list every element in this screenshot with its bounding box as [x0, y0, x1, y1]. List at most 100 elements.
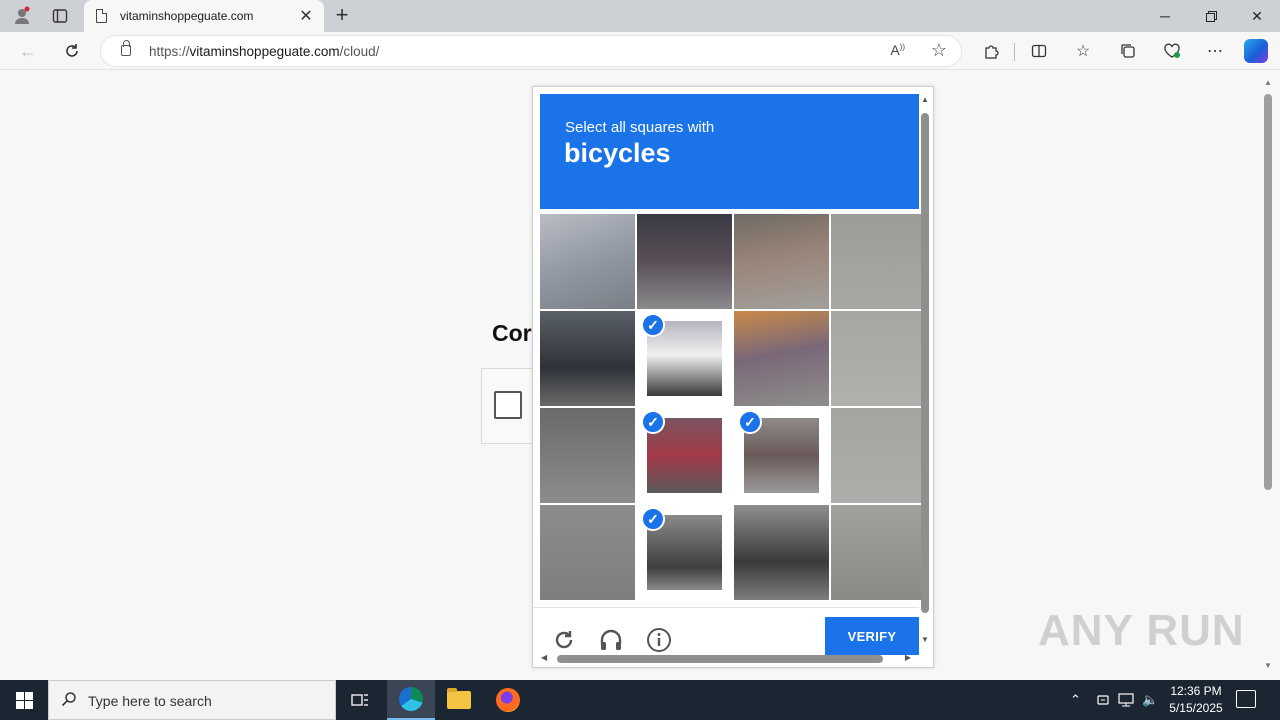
captcha-tile[interactable] — [831, 311, 925, 406]
captcha-tile-image — [540, 214, 635, 309]
scroll-down-icon[interactable]: ▼ — [1264, 661, 1272, 670]
captcha-tile[interactable]: ✓ — [637, 311, 732, 406]
copilot-icon[interactable] — [1244, 39, 1268, 63]
tab-title: vitaminshoppeguate.com — [120, 9, 254, 23]
browser-essentials-icon[interactable] — [1159, 40, 1185, 62]
captcha-tile[interactable] — [540, 505, 635, 600]
captcha-tile[interactable]: ✓ — [637, 505, 732, 600]
captcha-horizontal-scrollbar-thumb[interactable] — [557, 655, 883, 663]
captcha-horizontal-scrollbar[interactable]: ◀ ▶ — [541, 653, 911, 665]
captcha-tile[interactable] — [540, 311, 635, 406]
search-placeholder: Type here to search — [88, 693, 212, 709]
volume-icon[interactable]: 🔈 — [1142, 680, 1158, 720]
favorite-star-icon[interactable]: ☆ — [931, 40, 947, 61]
page-scrollbar-thumb[interactable] — [1264, 94, 1272, 490]
captcha-tile-image — [540, 311, 635, 406]
close-tab-icon[interactable]: ✕ — [296, 6, 316, 26]
browser-toolbar: ← https://vitaminshoppeguate.com/cloud/ … — [0, 32, 1280, 70]
more-options-icon[interactable]: ⋯ — [1202, 40, 1228, 62]
captcha-scroll-left-icon[interactable]: ◀ — [541, 653, 547, 662]
toolbar-divider — [1014, 43, 1015, 61]
page-scrollbar[interactable]: ▲ ▼ — [1260, 76, 1276, 672]
folder-icon — [447, 688, 471, 709]
lock-icon[interactable] — [121, 40, 131, 56]
captcha-tile[interactable]: ✓ — [734, 408, 829, 503]
collections-icon[interactable] — [1115, 40, 1141, 62]
checkmark-icon: ✓ — [738, 410, 762, 434]
favorites-icon[interactable]: ☆ — [1070, 40, 1096, 62]
back-icon[interactable]: ← — [14, 39, 42, 63]
file-explorer-taskbar-icon[interactable] — [435, 680, 483, 720]
checkmark-icon: ✓ — [641, 313, 665, 337]
extensions-icon[interactable] — [978, 40, 1004, 62]
firefox-taskbar-icon[interactable] — [484, 680, 532, 720]
clock-time: 12:36 PM — [1170, 684, 1222, 698]
captcha-tile-image — [831, 408, 925, 503]
edge-taskbar-icon[interactable] — [387, 680, 435, 720]
captcha-tile-image — [540, 408, 635, 503]
new-tab-button[interactable]: + — [330, 3, 354, 29]
taskbar-clock[interactable]: 12:36 PM 5/15/2025 — [1160, 683, 1232, 717]
network-icon[interactable] — [1118, 680, 1134, 720]
taskbar-search-box[interactable]: Type here to search — [48, 680, 336, 720]
tab-vitaminshoppeguate[interactable]: vitaminshoppeguate.com ✕ — [84, 0, 324, 32]
refresh-icon[interactable] — [58, 39, 86, 63]
firefox-icon — [496, 688, 520, 712]
captcha-tile[interactable] — [734, 214, 829, 309]
captcha-footer-divider — [533, 607, 919, 608]
captcha-header: Select all squares with bicycles — [540, 94, 919, 209]
captcha-target: bicycles — [564, 138, 671, 168]
captcha-scroll-down-icon[interactable]: ▼ — [921, 635, 929, 644]
captcha-tile[interactable] — [540, 214, 635, 309]
restore-button[interactable] — [1188, 0, 1234, 32]
minimize-button[interactable]: ─ — [1142, 0, 1188, 32]
show-hidden-icons[interactable]: ⌃ — [1070, 680, 1081, 720]
captcha-tile[interactable] — [540, 408, 635, 503]
edge-icon — [399, 687, 423, 711]
tab-actions-icon[interactable] — [46, 4, 74, 28]
captcha-tile[interactable]: ✓ — [637, 408, 732, 503]
captcha-challenge-popup: Select all squares with bicycles ✓ ✓ ✓ ✓ VE… — [532, 86, 934, 668]
url-text[interactable]: https://vitaminshoppeguate.com/cloud/ — [149, 44, 379, 59]
windows-taskbar: Type here to search ⌃ 🔈 12:36 PM 5/15/20… — [0, 680, 1280, 720]
device-icon[interactable] — [1096, 680, 1110, 720]
address-bar[interactable]: https://vitaminshoppeguate.com/cloud/ A)… — [100, 35, 962, 67]
captcha-tile[interactable] — [734, 311, 829, 406]
captcha-tile-image — [734, 214, 829, 309]
split-screen-icon[interactable] — [1026, 40, 1052, 62]
notification-icon[interactable] — [1236, 690, 1256, 708]
reload-icon[interactable] — [549, 625, 579, 655]
captcha-tile-image — [831, 311, 925, 406]
captcha-tile[interactable] — [637, 214, 732, 309]
watermark-logo: ANY RUN — [1038, 606, 1245, 655]
audio-icon[interactable] — [596, 625, 626, 655]
captcha-tile-image — [734, 505, 829, 600]
captcha-tile[interactable] — [831, 505, 925, 600]
captcha-vertical-scrollbar[interactable]: ▲ ▼ — [921, 95, 929, 644]
checkmark-icon: ✓ — [641, 507, 665, 531]
captcha-tile[interactable] — [734, 505, 829, 600]
captcha-scroll-up-icon[interactable]: ▲ — [921, 95, 929, 104]
profile-icon[interactable] — [8, 4, 36, 28]
start-button[interactable] — [0, 680, 48, 720]
close-window-button[interactable]: ✕ — [1234, 0, 1280, 32]
search-icon — [61, 691, 77, 712]
clock-date: 5/15/2025 — [1169, 701, 1223, 715]
captcha-tile[interactable] — [831, 214, 925, 309]
captcha-tile[interactable] — [831, 408, 925, 503]
page-icon — [96, 9, 107, 23]
captcha-checkbox[interactable] — [494, 391, 522, 419]
scroll-up-icon[interactable]: ▲ — [1264, 78, 1272, 87]
read-aloud-icon[interactable]: A)) — [890, 42, 905, 58]
captcha-tile-image — [637, 214, 732, 309]
checkmark-icon: ✓ — [641, 410, 665, 434]
verify-button[interactable]: VERIFY — [825, 617, 919, 655]
info-icon[interactable] — [644, 625, 674, 655]
captcha-tile-image — [540, 505, 635, 600]
captcha-image-grid: ✓ ✓ ✓ ✓ — [540, 214, 925, 601]
captcha-vertical-scrollbar-thumb[interactable] — [921, 113, 929, 613]
captcha-tile-image — [831, 214, 925, 309]
captcha-scroll-right-icon[interactable]: ▶ — [905, 653, 911, 662]
captcha-tile-image — [831, 505, 925, 600]
task-view-icon[interactable] — [336, 680, 384, 720]
